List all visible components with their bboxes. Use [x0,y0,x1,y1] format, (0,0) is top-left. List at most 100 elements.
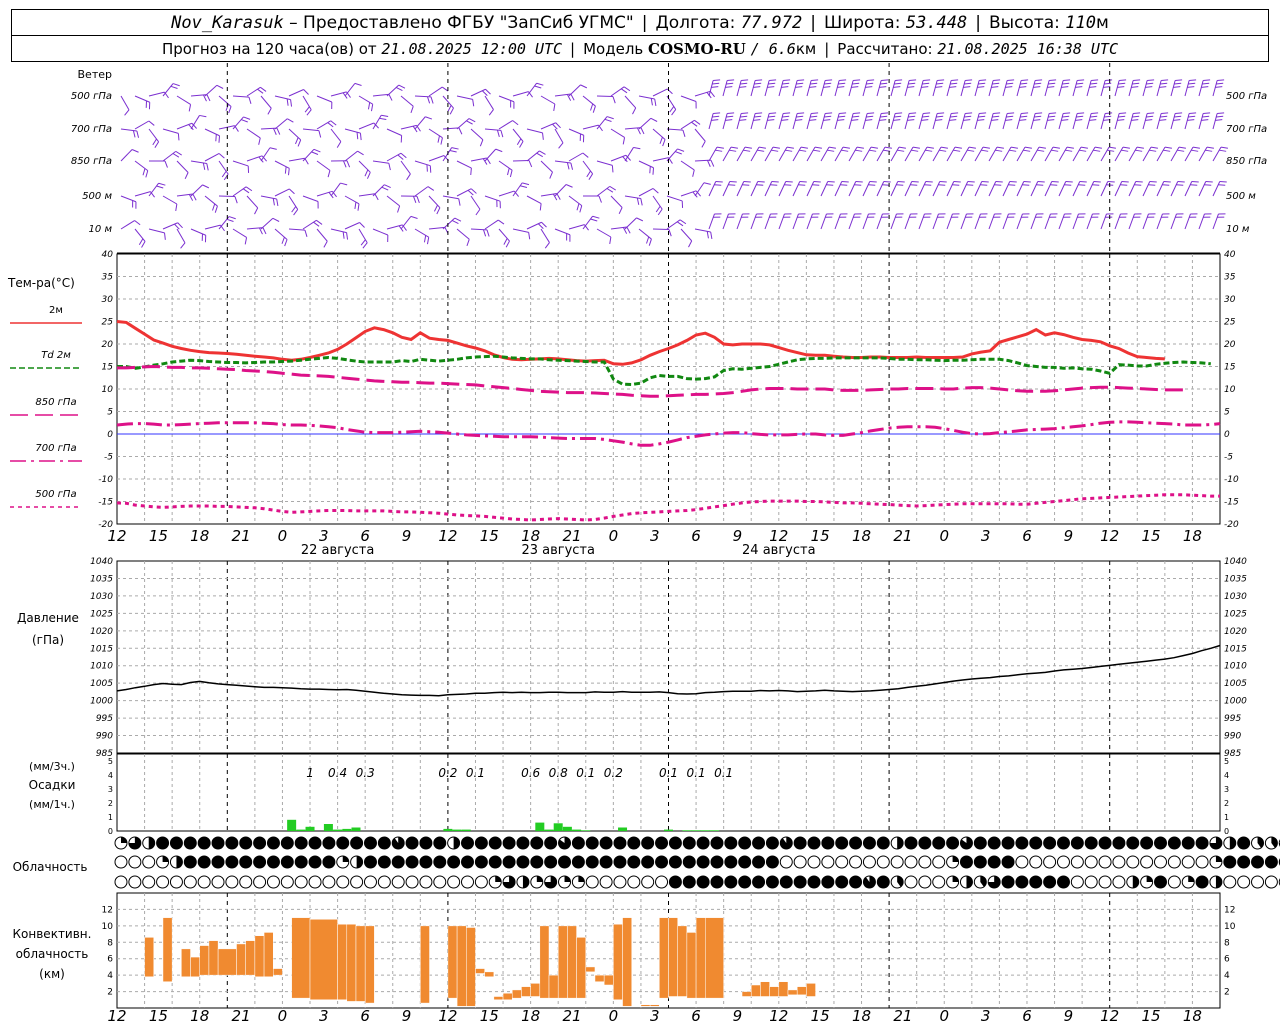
y-tick-label-right: 1030 [1224,592,1247,602]
wind-barb-staff [260,127,278,130]
wind-barb-staff [778,213,785,230]
y-tick-label-left: 40 [102,250,114,260]
wind-barb-tick [286,98,289,106]
wind-barb-staff [960,80,966,97]
wind-barb-tick [623,86,631,92]
wind-barb-staff [274,118,288,130]
wind-barb-tick [556,193,561,200]
wind-barb-tick [907,119,915,121]
wind-barb-staff [848,80,854,97]
wind-barb-tick [1108,146,1116,149]
wind-barb-tick [809,119,817,121]
wind-barb-staff [1156,113,1162,130]
wind-barb-tick [544,242,550,249]
wind-barb-staff [1128,146,1138,162]
precip-bar [562,826,572,831]
wind-barb-tick [980,184,988,186]
wind-barb-tick [141,241,146,248]
y-tick-label-left: 1035 [90,574,113,584]
cloud-fill [683,876,696,888]
wind-barb-staff [1058,181,1067,197]
cloud-fill [475,837,488,849]
cloud-fill [530,837,543,849]
cloud-fill [966,876,973,888]
wind-barb-tick [1133,79,1141,82]
wind-barb-staff [736,80,742,97]
wind-barb-tick [357,203,360,211]
cloud-fill [1002,876,1015,888]
wind-barb-staff [148,91,165,97]
wind-barb-staff [876,113,882,130]
wind-barb-tick [1023,181,1031,183]
wind-barb-tick [1135,149,1143,152]
wind-barb-tick [234,196,238,204]
wind-barb-tick [825,112,833,115]
convective-bar [539,925,550,999]
wind-barb-tick [592,105,596,113]
wind-barb-staff [176,95,191,105]
wind-barb-tick [741,79,749,82]
cloud-circle [1029,855,1043,869]
wind-barb-tick [996,146,1004,149]
precip-tick-left: 4 [108,771,113,780]
wind-barb-tick [1090,115,1098,118]
wind-barb-staff [190,160,207,164]
wind-barb-tick [440,137,443,145]
precip-tick-right: 5 [1224,757,1229,766]
wind-barb-tick [977,119,985,121]
wind-barb-tick [768,115,776,118]
wind-barb-tick [636,197,640,205]
wind-barb-tick [1159,86,1167,88]
wind-barb-tick [1145,86,1153,88]
cloud-circle [1084,875,1098,889]
cloud-circle [1112,875,1126,889]
y-tick-label-left: 10 [102,385,114,395]
wind-barb-tick [1092,184,1100,186]
wind-barb-staff [1044,80,1050,97]
wind-barb-staff [736,146,746,162]
cloud-fill [897,837,904,849]
precip-bar [305,826,315,831]
wind-barb-tick [553,103,556,111]
wind-barb-tick [413,196,417,203]
cloud-fill [392,856,405,868]
cloud-fill [849,837,862,849]
convective-bar [567,925,577,999]
cloud-fill [184,856,197,868]
cloud-circle [1195,855,1209,869]
cloud-fill [198,856,211,868]
cloud-fill [697,876,710,888]
wind-barb-tick [1120,184,1128,186]
wind-barb-staff [162,150,177,162]
cloud-fill [406,837,419,849]
wind-barb-tick [993,79,1001,82]
wind-barb-tick [799,181,807,183]
wind-barb-staff [1198,213,1205,230]
wind-barb-tick [174,223,180,230]
wind-barb-tick [468,118,476,123]
cloud-circle [807,855,821,869]
cloud-fill [752,876,765,888]
convective-bar [668,917,678,997]
wind-barb-staff [1156,80,1162,97]
cloud-fill [350,837,363,849]
wind-barb-tick [206,94,211,102]
wind-barb-staff [1002,213,1009,230]
wind-barb-staff [134,120,150,130]
wind-barb-tick [655,205,661,213]
wind-barb-tick [1037,149,1045,152]
precip-3h-total: 0.2 [438,766,457,780]
wind-level-label-right: 700 гПа [1226,124,1267,135]
wind-barb-staff [512,91,529,97]
cloud-fill [522,876,529,888]
wind-barb-tick [726,115,734,118]
wind-barb-staff [540,95,556,105]
wind-barb-tick [950,115,958,118]
wind-barb-tick [281,237,285,244]
cloud-fill [821,876,834,888]
wind-barb-staff [428,195,441,209]
wind-barb-staff [652,88,668,97]
temperature-x-tick-label: 9 [402,527,412,545]
wind-barb-tick [336,141,342,148]
pressure-panel-title: Давление [17,611,79,625]
